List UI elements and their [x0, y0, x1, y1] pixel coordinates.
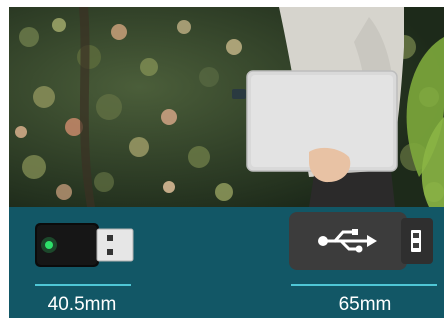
hero-photo: [9, 7, 444, 207]
size-comparison-panel: 40.5mm 65mm: [9, 207, 444, 318]
standard-usb-adapter-icon: [289, 212, 433, 270]
nano-size-label: 40.5mm: [47, 294, 117, 315]
nano-size-underline: [35, 284, 131, 286]
nano-usb-adapter-icon: [35, 223, 134, 267]
standard-size-label: 65mm: [338, 294, 392, 315]
standard-size-underline: [291, 284, 437, 286]
product-comparison-graphic: 40.5mm 65mm: [9, 7, 444, 318]
